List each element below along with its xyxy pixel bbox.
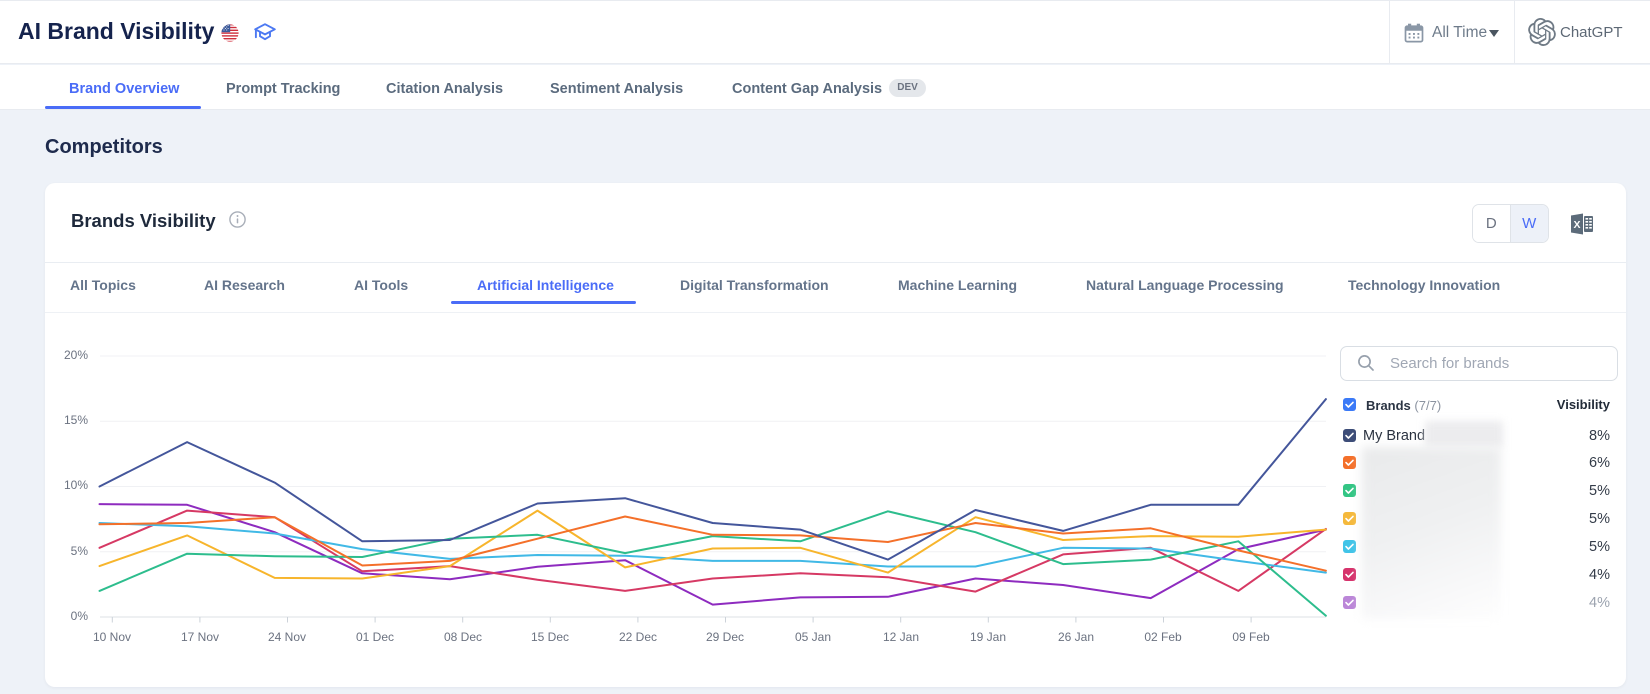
svg-text:X: X <box>1573 219 1580 231</box>
